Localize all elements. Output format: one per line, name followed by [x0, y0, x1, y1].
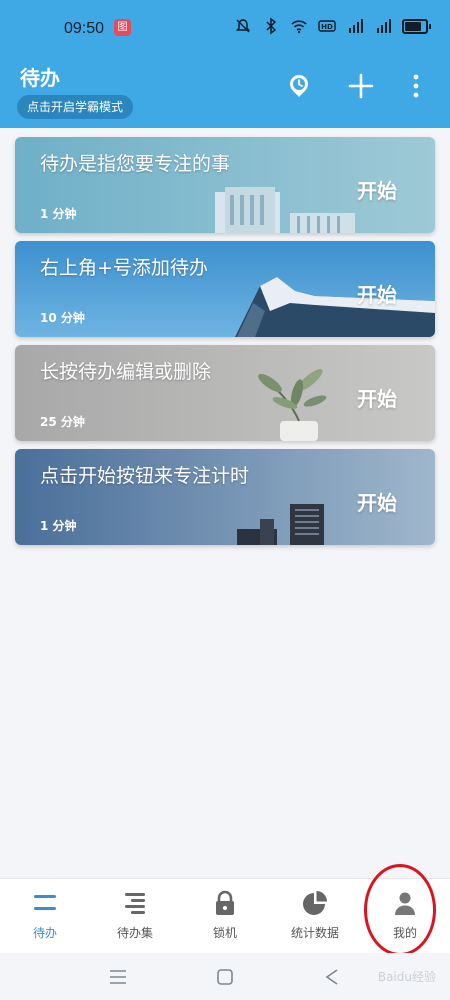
signal-5g-icon: [346, 17, 364, 35]
task-duration: 10 分钟: [40, 311, 85, 325]
task-card[interactable]: 点击开始按钮来专注计时 1 分钟 开始: [15, 449, 435, 545]
clock-button[interactable]: [283, 70, 315, 102]
task-title: 长按待办编辑或删除: [40, 361, 212, 383]
hd-icon: HD: [318, 17, 336, 35]
more-options-button[interactable]: [400, 70, 432, 102]
tab-label: 待办: [32, 926, 57, 940]
bottom-tab-bar: 待办 待办集 锁机 统计数据 我的: [0, 878, 450, 954]
status-time: 09:50: [64, 20, 105, 37]
todo-icon: [34, 895, 56, 910]
tab-me[interactable]: 我的: [360, 879, 450, 954]
page-title: 待办: [20, 66, 60, 90]
task-title: 待办是指您要专注的事: [40, 153, 231, 175]
plus-icon: [348, 73, 374, 99]
task-title: 点击开始按钮来专注计时: [40, 465, 250, 487]
status-icons: HD: [234, 17, 431, 35]
tab-label: 我的: [392, 926, 417, 940]
study-mode-button[interactable]: 点击开启学霸模式: [17, 95, 134, 119]
tab-todo[interactable]: 待办: [0, 879, 90, 954]
menu-icon[interactable]: [106, 965, 130, 989]
task-duration: 1 分钟: [40, 207, 77, 221]
task-title: 右上角+号添加待办: [40, 257, 208, 279]
lock-icon: [216, 890, 234, 915]
start-button[interactable]: 开始: [357, 487, 397, 516]
bluetooth-icon: [262, 17, 280, 35]
start-button[interactable]: 开始: [357, 279, 397, 308]
mute-icon: [234, 17, 252, 35]
pie-chart-icon: [303, 891, 327, 915]
app-header: 09:50 图 HD 待办 点击开启学霸模式: [0, 0, 450, 128]
tab-label: 锁机: [212, 926, 237, 940]
task-card[interactable]: 右上角+号添加待办 10 分钟 开始: [15, 241, 435, 337]
status-bar: 09:50 图 HD: [0, 0, 450, 56]
signal-4g-icon: [374, 17, 392, 35]
tab-lock[interactable]: 锁机: [180, 879, 270, 954]
back-icon[interactable]: [320, 965, 344, 989]
add-task-button[interactable]: [345, 70, 377, 102]
battery-icon: [402, 18, 431, 34]
start-button[interactable]: 开始: [357, 175, 397, 204]
clock-icon: [290, 75, 308, 97]
start-button[interactable]: 开始: [357, 383, 397, 412]
todo-set-icon: [125, 893, 145, 914]
watermark: Baidu经验: [377, 970, 436, 984]
home-icon[interactable]: [213, 965, 237, 989]
tab-todo-set[interactable]: 待办集: [90, 879, 180, 954]
task-card[interactable]: 待办是指您要专注的事 1 分钟 开始: [15, 137, 435, 233]
user-icon: [395, 892, 415, 915]
tab-label: 待办集: [116, 926, 153, 940]
app-notification-badge: 图: [114, 19, 131, 36]
tab-label: 统计数据: [290, 926, 339, 940]
wifi-icon: [290, 17, 308, 35]
svg-text:HD: HD: [321, 23, 333, 31]
system-nav-bar: Baidu经验: [0, 953, 450, 1000]
task-duration: 25 分钟: [40, 415, 85, 429]
tab-statistics[interactable]: 统计数据: [270, 879, 360, 954]
task-card[interactable]: 长按待办编辑或删除 25 分钟 开始: [15, 345, 435, 441]
task-list: 待办是指您要专注的事 1 分钟 开始 右上角+号添加待办 10 分钟 开始 长按…: [15, 137, 435, 553]
more-vert-icon: [413, 74, 419, 98]
task-duration: 1 分钟: [40, 519, 77, 533]
